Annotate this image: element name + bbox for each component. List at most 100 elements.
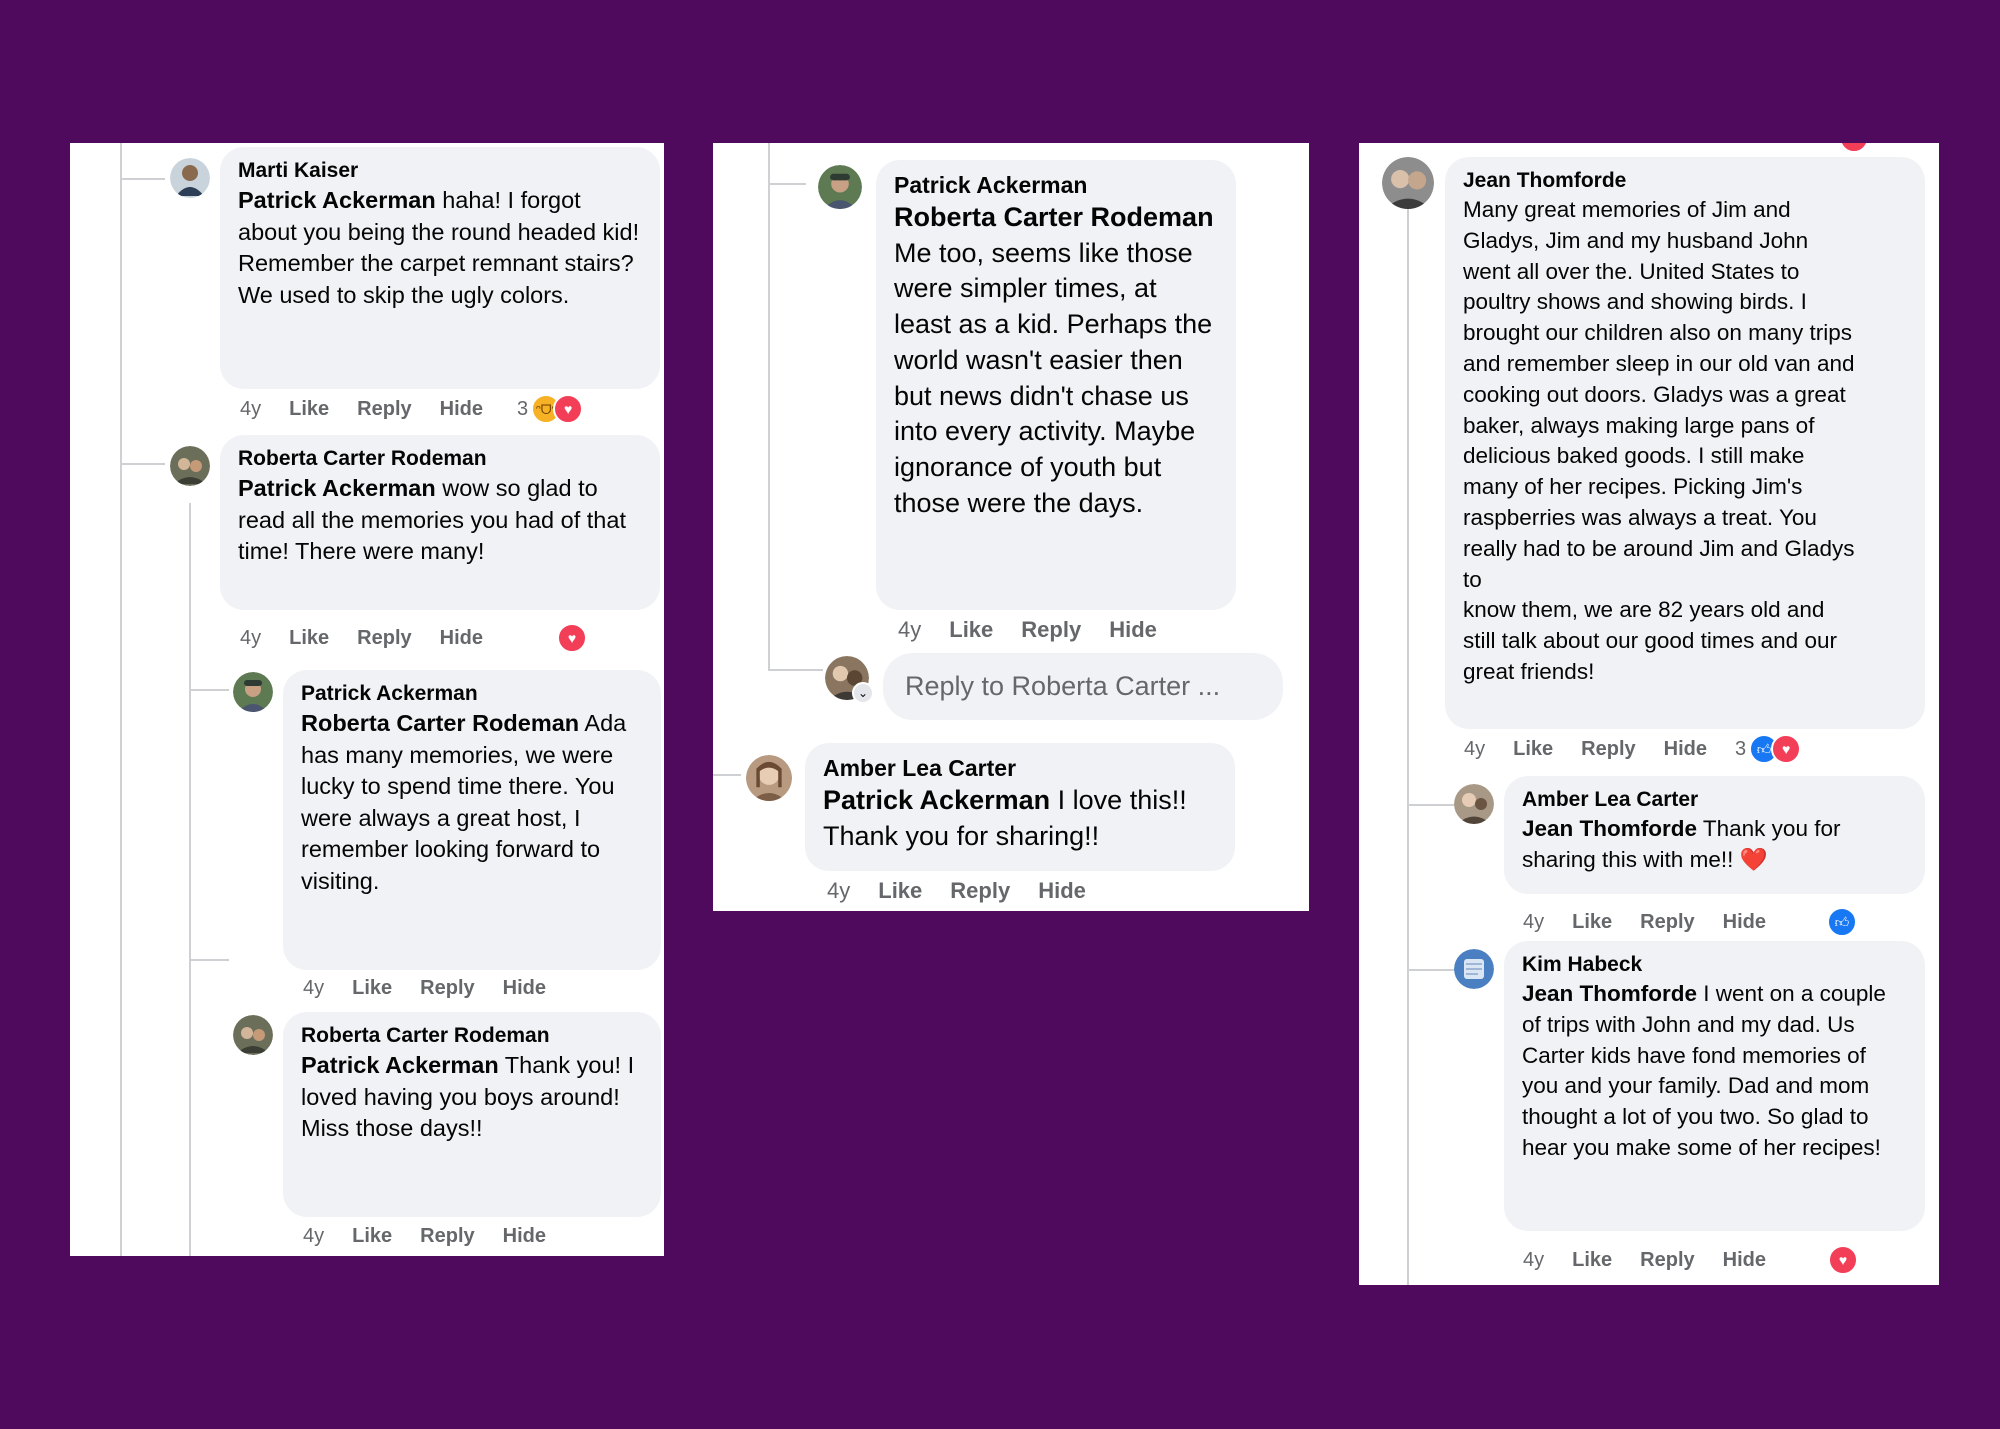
comment-author[interactable]: Roberta Carter Rodeman (238, 445, 642, 473)
timestamp[interactable]: 4y (303, 1225, 324, 1248)
mention-link[interactable]: Patrick Ackerman (238, 475, 436, 501)
thread-line (768, 143, 770, 671)
thread-line (120, 143, 122, 1256)
comment-body: Many great memories of Jim and Gladys, J… (1463, 197, 1855, 592)
like-icon: 👍︎ (1827, 907, 1857, 937)
reaction-summary[interactable]: ♥ (557, 623, 587, 653)
comment-actions: 4y Like Reply Hide (1464, 738, 1735, 761)
mention-link[interactable]: Patrick Ackerman (301, 1052, 499, 1078)
comment-bubble: Marti Kaiser Patrick Ackerman haha! I fo… (220, 147, 660, 389)
hide-button[interactable]: Hide (503, 1225, 546, 1248)
reaction-count: 3 (517, 397, 529, 420)
timestamp[interactable]: 4y (1523, 1249, 1544, 1272)
comment-actions: 4y Like Reply Hide (303, 1225, 574, 1248)
thread-line (1407, 208, 1409, 1285)
avatar[interactable] (233, 672, 273, 712)
like-button[interactable]: Like (1513, 738, 1553, 761)
hide-button[interactable]: Hide (1664, 738, 1707, 761)
reply-button[interactable]: Reply (357, 398, 411, 421)
comment-author[interactable]: Patrick Ackerman (894, 170, 1218, 200)
hide-button[interactable]: Hide (1038, 878, 1086, 904)
hide-button[interactable]: Hide (503, 977, 546, 1000)
comment-author[interactable]: Marti Kaiser (238, 157, 642, 185)
chevron-down-icon[interactable]: ⌄ (852, 682, 874, 704)
avatar[interactable] (1382, 157, 1434, 209)
comment-bubble: Amber Lea Carter Jean Thomforde Thank yo… (1504, 776, 1925, 894)
avatar[interactable] (818, 165, 862, 209)
thread-line (120, 463, 165, 465)
avatar[interactable] (170, 158, 210, 198)
reply-input-placeholder: Reply to Roberta Carter ... (905, 671, 1221, 701)
timestamp[interactable]: 4y (1464, 738, 1485, 761)
hide-button[interactable]: Hide (1723, 1249, 1766, 1272)
like-button[interactable]: Like (289, 398, 329, 421)
comment-body: Me too, seems like those were simpler ti… (894, 237, 1213, 518)
comment-author[interactable]: Patrick Ackerman (301, 680, 643, 708)
reaction-summary[interactable]: 👍︎ (1827, 907, 1857, 937)
timestamp[interactable]: 4y (240, 627, 261, 650)
timestamp[interactable]: 4y (1523, 911, 1544, 934)
mention-link[interactable]: Roberta Carter Rodeman (894, 202, 1214, 232)
like-button[interactable]: Like (1572, 911, 1612, 934)
comment-text: Roberta Carter Rodeman Ada has many memo… (301, 708, 643, 898)
timestamp[interactable]: 4y (303, 977, 324, 1000)
timestamp[interactable]: 4y (898, 617, 921, 643)
reaction-count: 3 (1735, 737, 1747, 760)
avatar[interactable] (233, 1015, 273, 1055)
mention-link[interactable]: Patrick Ackerman (823, 785, 1050, 815)
reply-button[interactable]: Reply (950, 878, 1010, 904)
mention-link[interactable]: Roberta Carter Rodeman (301, 710, 579, 736)
reply-input[interactable]: Reply to Roberta Carter ... (883, 653, 1283, 720)
heart-icon: ♥ (1839, 143, 1869, 153)
heart-icon: ♥ (1771, 734, 1802, 764)
comment-actions: 4y Like Reply Hide (1523, 911, 1794, 934)
like-button[interactable]: Like (1572, 1249, 1612, 1272)
comment-text: Jean Thomforde Thank you for sharing thi… (1522, 814, 1907, 876)
hide-button[interactable]: Hide (440, 398, 483, 421)
comment-author[interactable]: Jean Thomforde (1463, 167, 1907, 195)
comment-bubble: Jean Thomforde Many great memories of Ji… (1445, 157, 1925, 729)
like-button[interactable]: Like (352, 1225, 392, 1248)
avatar[interactable] (746, 755, 792, 801)
avatar[interactable] (1454, 949, 1494, 989)
hide-button[interactable]: Hide (440, 627, 483, 650)
reply-button[interactable]: Reply (420, 1225, 474, 1248)
hide-button[interactable]: Hide (1109, 617, 1157, 643)
comment-text: Patrick Ackerman I love this!! Thank you… (823, 783, 1217, 854)
like-button[interactable]: Like (352, 977, 392, 1000)
hide-button[interactable]: Hide (1723, 911, 1766, 934)
mention-link[interactable]: Jean Thomforde (1522, 816, 1697, 841)
thread-line (713, 774, 741, 776)
comment-panel-left: Marti Kaiser Patrick Ackerman haha! I fo… (70, 143, 664, 1256)
timestamp[interactable]: 4y (827, 878, 850, 904)
like-button[interactable]: Like (878, 878, 922, 904)
mention-link[interactable]: Jean Thomforde (1522, 981, 1697, 1006)
thread-line (1407, 969, 1457, 971)
comment-actions: 4y Like Reply Hide (1523, 1249, 1794, 1272)
comment-text: Patrick Ackerman Thank you! I loved havi… (301, 1050, 643, 1145)
comment-author[interactable]: Kim Habeck (1522, 951, 1907, 979)
reply-button[interactable]: Reply (1640, 911, 1694, 934)
reply-button[interactable]: Reply (1640, 1249, 1694, 1272)
avatar[interactable] (170, 446, 210, 486)
comment-author[interactable]: Roberta Carter Rodeman (301, 1022, 643, 1050)
reply-button[interactable]: Reply (1021, 617, 1081, 643)
reaction-summary[interactable]: 3 ᵔᗜᵔ ♥ (517, 394, 584, 424)
reply-button[interactable]: Reply (1581, 738, 1635, 761)
like-button[interactable]: Like (949, 617, 993, 643)
timestamp[interactable]: 4y (240, 398, 261, 421)
mention-link[interactable]: Patrick Ackerman (238, 187, 436, 213)
comment-text: Jean Thomforde I went on a couple of tri… (1522, 979, 1907, 1164)
thread-line (1407, 804, 1457, 806)
comment-bubble: Roberta Carter Rodeman Patrick Ackerman … (220, 435, 660, 610)
red-heart-emoji: ❤️ (1739, 846, 1768, 872)
comment-author[interactable]: Amber Lea Carter (1522, 786, 1907, 814)
avatar[interactable] (1454, 784, 1494, 824)
reply-button[interactable]: Reply (357, 627, 411, 650)
reaction-summary[interactable]: 3 👍︎ ♥ (1735, 734, 1802, 764)
like-button[interactable]: Like (289, 627, 329, 650)
reply-button[interactable]: Reply (420, 977, 474, 1000)
comment-author[interactable]: Amber Lea Carter (823, 753, 1217, 783)
comment-actions: 4y Like Reply Hide (240, 627, 511, 650)
reaction-summary[interactable]: ♥ (1828, 1245, 1858, 1275)
